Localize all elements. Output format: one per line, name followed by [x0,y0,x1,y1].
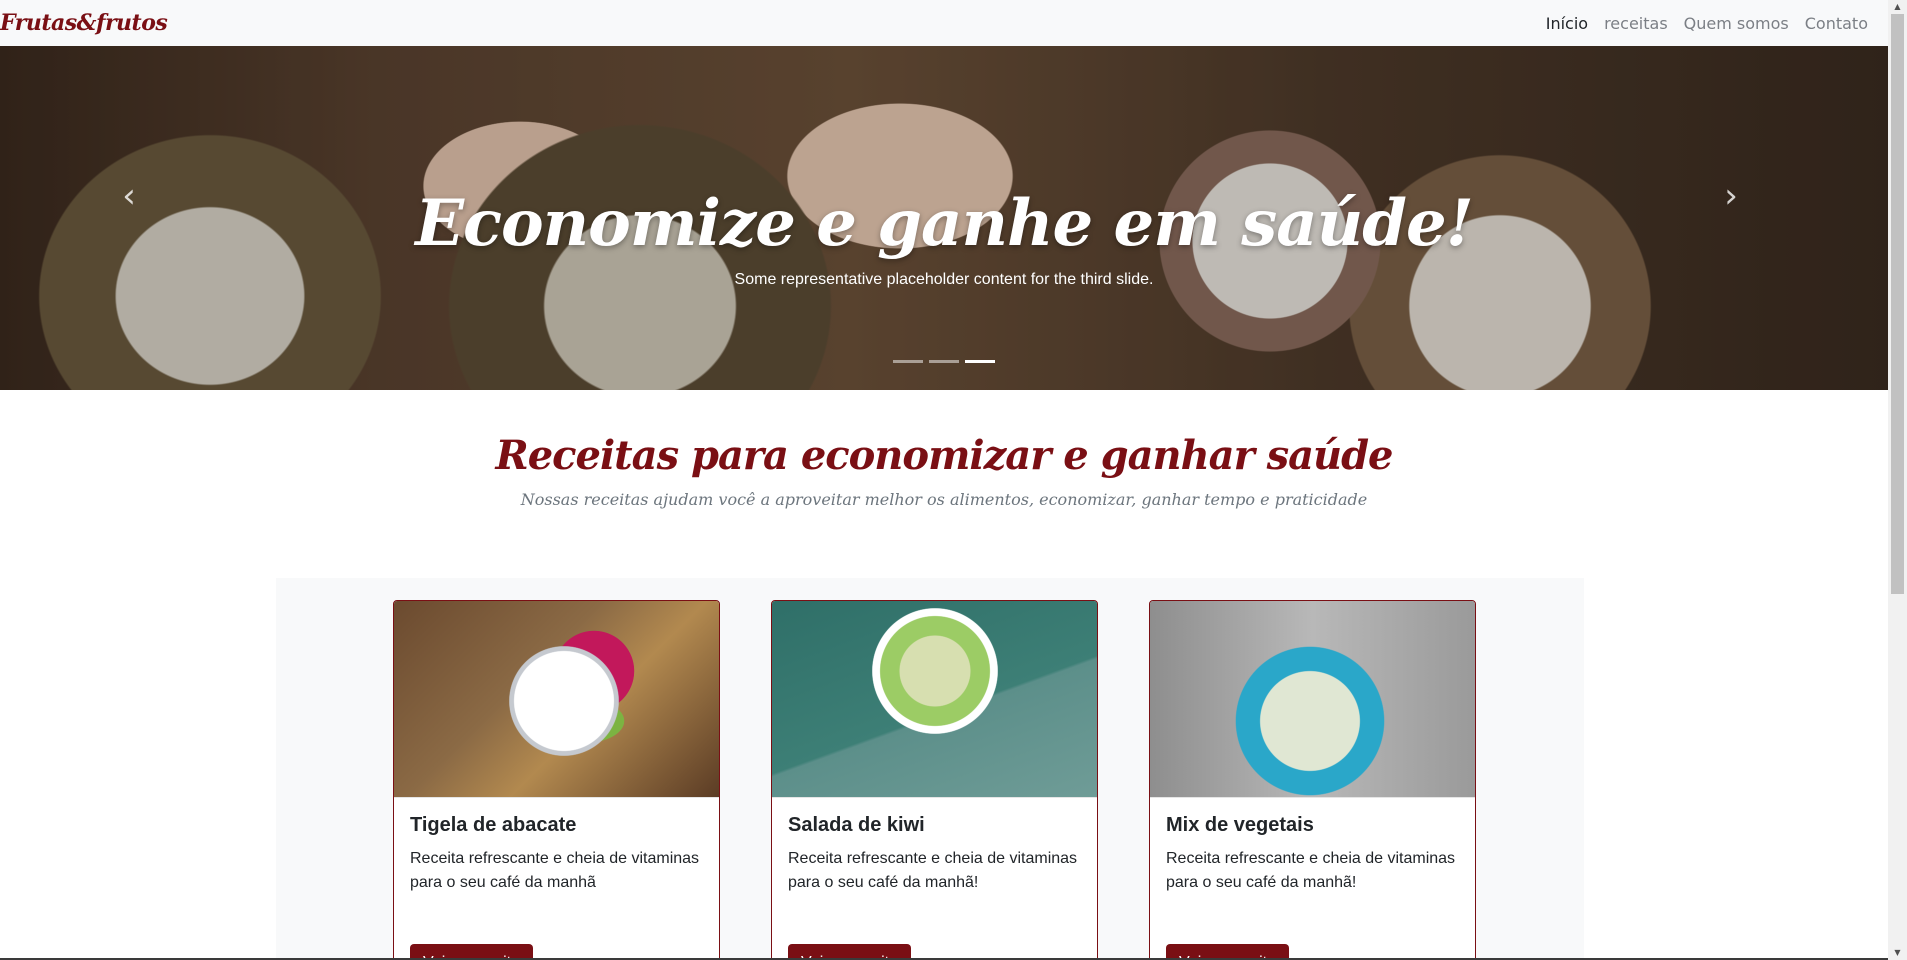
carousel-caption: Economize e ganhe em saúde! Some represe… [0,186,1888,289]
recipe-card: Tigela de abacate Receita refrescante e … [393,600,720,960]
recipe-card: Salada de kiwi Receita refrescante e che… [771,600,1098,960]
carousel-indicator-2[interactable] [929,360,959,363]
recipe-cards: Tigela de abacate Receita refrescante e … [276,578,1584,960]
section-subtitle: Nossas receitas ajudam você a aproveitar… [520,490,1368,509]
hero-carousel: ‹ › Economize e ganhe em saúde! Some rep… [0,46,1888,390]
navbar: Frutas&frutos Início receitas Quem somos… [0,0,1888,46]
nav-link-receitas[interactable]: receitas [1604,14,1668,33]
carousel-text: Some representative placeholder content … [734,271,1154,288]
card-title: Salada de kiwi [788,814,925,836]
recipe-image [394,601,719,798]
recipe-image [772,601,1097,798]
brand-logo[interactable]: Frutas&frutos [0,10,168,36]
carousel-indicators [0,360,1888,363]
vertical-scrollbar[interactable]: ▲ ▼ [1888,0,1907,960]
nav-link-contato[interactable]: Contato [1805,14,1868,33]
card-body: Mix de vegetais Receita refrescante e ch… [1150,798,1475,911]
card-title: Mix de vegetais [1166,814,1314,836]
section-title: Receitas para economizar e ganhar saúde [495,432,1393,479]
scroll-down-icon[interactable]: ▼ [1888,946,1907,960]
card-body: Tigela de abacate Receita refrescante e … [394,798,719,911]
nav-links: Início receitas Quem somos Contato [1546,14,1888,33]
nav-link-quem-somos[interactable]: Quem somos [1684,14,1789,33]
recipe-card: Mix de vegetais Receita refrescante e ch… [1149,600,1476,960]
carousel-indicator-3[interactable] [965,360,995,363]
carousel-title: Economize e ganhe em saúde! [415,186,1474,261]
scroll-up-icon[interactable]: ▲ [1888,0,1907,14]
nav-link-inicio[interactable]: Início [1546,14,1588,33]
card-title: Tigela de abacate [410,814,577,836]
card-text: Receita refrescante e cheia de vitaminas… [1166,850,1456,891]
card-body: Salada de kiwi Receita refrescante e che… [772,798,1097,911]
recipe-image [1150,601,1475,798]
carousel-indicator-1[interactable] [893,360,923,363]
card-text: Receita refrescante e cheia de vitaminas… [788,850,1078,891]
scroll-thumb[interactable] [1891,14,1904,594]
card-text: Receita refrescante e cheia de vitaminas… [410,850,700,891]
